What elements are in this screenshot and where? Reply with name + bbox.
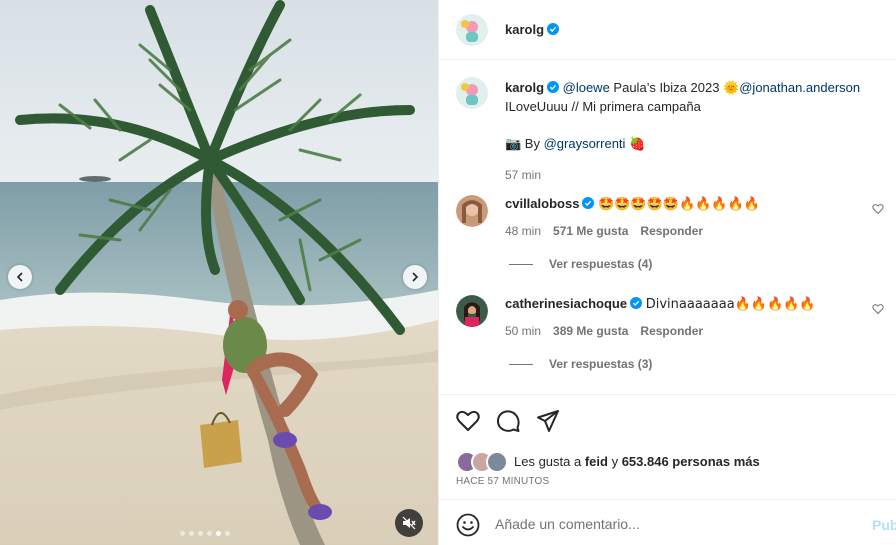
- chevron-right-icon: [412, 272, 419, 282]
- carousel-dot: [180, 531, 185, 536]
- caption-meta: 57 min: [505, 166, 890, 184]
- verified-badge-icon: [547, 23, 560, 35]
- post-timestamp[interactable]: HACE 57 MINUTOS: [456, 476, 549, 487]
- comment-item: cvillaloboss 🤩🤩🤩🤩🤩🔥🔥🔥🔥🔥 48 min 571 Me gus…: [505, 195, 890, 240]
- verified-badge-icon: [630, 297, 643, 309]
- caption-by-text: By: [521, 136, 544, 151]
- comment-time[interactable]: 50 min: [505, 324, 541, 338]
- comment-text: 🤩🤩🤩🤩🤩🔥🔥🔥🔥🔥: [598, 197, 760, 212]
- post-header: karolg: [439, 0, 896, 60]
- liker-username[interactable]: feid: [585, 454, 608, 469]
- comment-username[interactable]: cvillaloboss: [505, 196, 579, 211]
- comment-bubble-icon[interactable]: [495, 408, 521, 434]
- author-avatar[interactable]: [456, 14, 488, 46]
- post-photo: [0, 0, 438, 545]
- comment-like-count[interactable]: 571 Me gusta: [553, 224, 628, 238]
- likes-prefix: Les gusta a: [514, 454, 585, 469]
- mention-link-jonathan-anderson[interactable]: @jonathan.anderson: [739, 80, 860, 95]
- mute-button[interactable]: [395, 509, 423, 537]
- carousel-dot: [225, 531, 230, 536]
- comment-input[interactable]: [495, 514, 855, 534]
- post-side-panel: karolg karolg @loewe Paula’s Ibiza 2023 …: [438, 0, 896, 545]
- camera-emoji: 📷: [505, 137, 522, 152]
- strawberry-emoji: 🍓: [629, 137, 646, 152]
- view-replies-label[interactable]: Ver respuestas (4): [549, 257, 652, 271]
- previous-slide-button[interactable]: [8, 265, 32, 289]
- comment-time[interactable]: 48 min: [505, 224, 541, 238]
- reply-button[interactable]: Responder: [640, 224, 703, 238]
- comment-like-heart-icon[interactable]: [872, 203, 884, 215]
- heart-icon[interactable]: [455, 408, 481, 434]
- replies-divider: [509, 363, 533, 365]
- comment-avatar[interactable]: [456, 195, 488, 227]
- carousel-dot-active: [216, 531, 221, 536]
- comment-avatar[interactable]: [456, 295, 488, 327]
- add-comment-bar: Pub: [439, 499, 896, 545]
- caption-text-line2: ILoveUuuu // Mi primera campaña: [505, 99, 701, 114]
- post-media[interactable]: [0, 0, 438, 545]
- author-username[interactable]: karolg: [505, 22, 560, 37]
- carousel-dot: [198, 531, 203, 536]
- comments-section: karolg @loewe Paula’s Ibiza 2023 🌞@jonat…: [439, 61, 896, 393]
- likes-summary: Les gusta a feid y 653.846 personas más: [514, 454, 760, 469]
- carousel-indicator: [180, 531, 230, 536]
- comment-username[interactable]: catherinesiachoque: [505, 296, 627, 311]
- likes-connector: y: [607, 454, 622, 469]
- carousel-dot: [207, 531, 212, 536]
- likers-avatars[interactable]: [456, 451, 510, 473]
- author-username-text[interactable]: karolg: [505, 22, 544, 37]
- sun-emoji: 🌞: [723, 81, 740, 96]
- caption-author-avatar[interactable]: [456, 77, 488, 109]
- smile-icon[interactable]: [456, 513, 480, 537]
- verified-badge-icon: [582, 197, 595, 209]
- next-slide-button[interactable]: [403, 265, 427, 289]
- view-replies-button[interactable]: Ver respuestas (3): [509, 357, 652, 371]
- publish-button[interactable]: Pub: [872, 517, 896, 533]
- comment-text: Divinaaaaaaa🔥🔥🔥🔥🔥: [645, 297, 816, 312]
- post-caption: karolg @loewe Paula’s Ibiza 2023 🌞@jonat…: [505, 79, 890, 184]
- carousel-dot: [189, 531, 194, 536]
- view-replies-label[interactable]: Ver respuestas (3): [549, 357, 652, 371]
- replies-divider: [509, 263, 533, 265]
- caption-username[interactable]: karolg: [505, 80, 544, 95]
- comment-meta: 50 min 389 Me gusta Responder: [505, 322, 890, 340]
- comment-like-heart-icon[interactable]: [872, 303, 884, 315]
- post-actions: Les gusta a feid y 653.846 personas más …: [439, 394, 896, 498]
- chevron-left-icon: [16, 272, 23, 282]
- view-replies-button[interactable]: Ver respuestas (4): [509, 257, 652, 271]
- verified-badge-icon: [547, 81, 560, 93]
- comment-meta: 48 min 571 Me gusta Responder: [505, 222, 890, 240]
- caption-time[interactable]: 57 min: [505, 168, 541, 182]
- mention-link-loewe[interactable]: @loewe: [563, 80, 610, 95]
- caption-text: Paula’s Ibiza 2023: [609, 80, 724, 95]
- paper-plane-icon[interactable]: [535, 408, 561, 434]
- reply-button[interactable]: Responder: [640, 324, 703, 338]
- likes-count[interactable]: 653.846 personas más: [622, 454, 760, 469]
- comment-like-count[interactable]: 389 Me gusta: [553, 324, 628, 338]
- speaker-muted-icon: [402, 516, 416, 530]
- mention-link-graysorrenti[interactable]: @graysorrenti: [544, 136, 626, 151]
- comment-item: catherinesiachoque Divinaaaaaaa🔥🔥🔥🔥🔥 50 …: [505, 295, 890, 340]
- liker-avatar: [486, 451, 508, 473]
